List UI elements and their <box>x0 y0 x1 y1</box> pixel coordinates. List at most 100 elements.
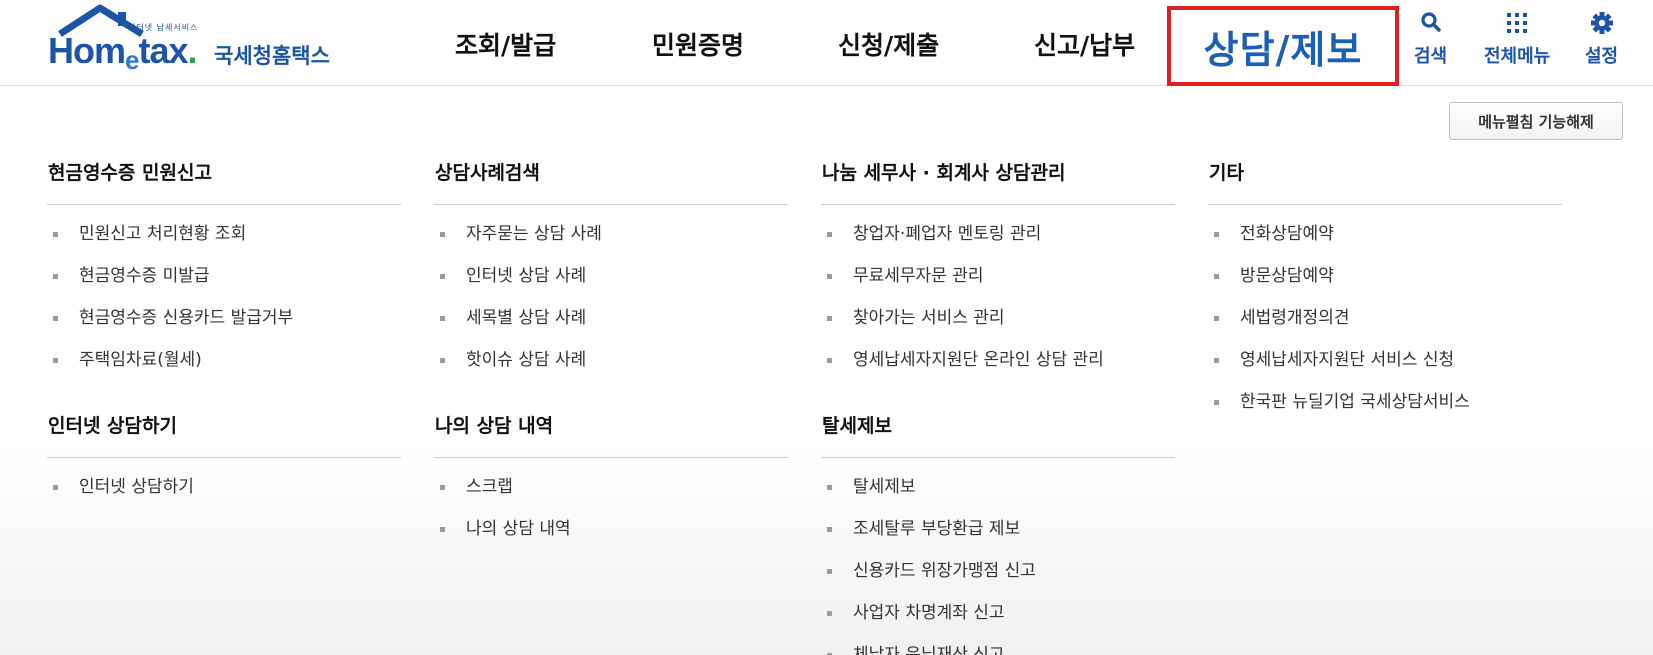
section-item-list: 민원신고 처리현황 조회 현금영수증 미발급 현금영수증 신용카드 발급거부 주… <box>47 205 401 389</box>
list-item[interactable]: 주택임차료(월세) <box>47 347 401 389</box>
list-item[interactable]: 인터넷 상담하기 <box>47 474 401 516</box>
list-item[interactable]: 인터넷 상담 사례 <box>434 263 788 305</box>
list-item-label: 나의 상담 내역 <box>466 519 571 539</box>
all-menu-button[interactable]: 전체메뉴 <box>1484 10 1550 68</box>
settings-button[interactable]: 설정 <box>1585 10 1618 68</box>
list-item-label: 민원신고 처리현황 조회 <box>79 224 247 244</box>
bullet-icon <box>1214 232 1219 237</box>
list-item[interactable]: 영세납세자지원단 온라인 상담 관리 <box>821 347 1175 389</box>
menu-column-3: 나눔 세무사 · 회계사 상담관리 창업자·폐업자 멘토링 관리 무료세무자문 … <box>821 158 1175 389</box>
list-item-label: 영세납세자지원단 온라인 상담 관리 <box>853 350 1104 370</box>
nav-report-pay[interactable]: 신고/납부 <box>1034 26 1135 62</box>
bullet-icon <box>827 232 832 237</box>
list-item-label: 조세탈루 부당환급 제보 <box>853 519 1021 539</box>
list-item[interactable]: 영세납세자지원단 서비스 신청 <box>1208 347 1562 389</box>
bullet-icon <box>1214 400 1219 405</box>
bullet-icon <box>1214 358 1219 363</box>
list-item[interactable]: 사업자 차명계좌 신고 <box>821 600 1175 642</box>
list-item[interactable]: 세법령개정의견 <box>1208 305 1562 347</box>
bullet-icon <box>827 527 832 532</box>
list-item[interactable]: 현금영수증 신용카드 발급거부 <box>47 305 401 347</box>
bullet-icon <box>440 358 445 363</box>
section-title[interactable]: 상담사례검색 <box>434 158 788 205</box>
section-item-list: 스크랩 나의 상담 내역 <box>434 458 788 558</box>
list-item[interactable]: 찾아가는 서비스 관리 <box>821 305 1175 347</box>
nav-inquiry-issue[interactable]: 조회/발급 <box>455 26 556 62</box>
bullet-icon <box>1214 274 1219 279</box>
list-item[interactable]: 현금영수증 미발급 <box>47 263 401 305</box>
list-item-label: 자주묻는 상담 사례 <box>466 224 602 244</box>
list-item-label: 한국판 뉴딜기업 국세상담서비스 <box>1240 392 1470 412</box>
list-item-label: 세법령개정의견 <box>1240 308 1350 328</box>
list-item[interactable]: 방문상담예약 <box>1208 263 1562 305</box>
search-icon <box>1420 12 1441 32</box>
list-item-label: 무료세무자문 관리 <box>853 266 984 286</box>
section-title[interactable]: 인터넷 상담하기 <box>47 411 401 458</box>
list-item-label: 세목별 상담 사례 <box>466 308 587 328</box>
hometax-logo[interactable]: 인터넷 납세서비스 Hometax. 국세청홈택스 <box>46 4 366 75</box>
list-item[interactable]: 조세탈루 부당환급 제보 <box>821 516 1175 558</box>
section-item-list: 전화상담예약 방문상담예약 세법령개정의견 영세납세자지원단 서비스 신청 한국… <box>1208 205 1562 431</box>
bullet-icon <box>53 232 58 237</box>
list-item-label: 전화상담예약 <box>1240 224 1334 244</box>
menu-column-2: 상담사례검색 자주묻는 상담 사례 인터넷 상담 사례 세목별 상담 사례 핫이… <box>434 158 788 389</box>
bullet-icon <box>827 611 832 616</box>
list-item-label: 인터넷 상담 사례 <box>466 266 587 286</box>
logo-korean-name: 국세청홈택스 <box>214 44 330 68</box>
logo-brand: Hometax. <box>48 30 198 75</box>
bullet-icon <box>440 232 445 237</box>
section-title[interactable]: 기타 <box>1208 158 1562 205</box>
list-item-label: 신용카드 위장가맹점 신고 <box>853 561 1036 581</box>
gear-icon <box>1590 12 1613 34</box>
menu-column-4: 기타 전화상담예약 방문상담예약 세법령개정의견 영세납세자지원단 서비스 신청… <box>1208 158 1562 431</box>
section-item-list: 창업자·폐업자 멘토링 관리 무료세무자문 관리 찾아가는 서비스 관리 영세납… <box>821 205 1175 389</box>
list-item[interactable]: 무료세무자문 관리 <box>821 263 1175 305</box>
list-item[interactable]: 한국판 뉴딜기업 국세상담서비스 <box>1208 389 1562 431</box>
list-item-label: 스크랩 <box>466 477 513 497</box>
settings-label: 설정 <box>1585 46 1619 67</box>
list-item[interactable]: 자주묻는 상담 사례 <box>434 221 788 263</box>
bullet-icon <box>827 274 832 279</box>
menu-column-1: 현금영수증 민원신고 민원신고 처리현황 조회 현금영수증 미발급 현금영수증 … <box>47 158 401 389</box>
list-item[interactable]: 창업자·폐업자 멘토링 관리 <box>821 221 1175 263</box>
section-title[interactable]: 나의 상담 내역 <box>434 411 788 458</box>
bullet-icon <box>440 316 445 321</box>
bullet-icon <box>440 485 445 490</box>
menu-column-2-sub: 나의 상담 내역 스크랩 나의 상담 내역 <box>434 411 788 558</box>
all-menu-label: 전체메뉴 <box>1484 46 1551 67</box>
search-button[interactable]: 검색 <box>1414 10 1447 68</box>
list-item-label: 방문상담예약 <box>1240 266 1334 286</box>
bullet-icon <box>827 316 832 321</box>
nav-apply-submit[interactable]: 신청/제출 <box>838 26 939 62</box>
list-item[interactable]: 나의 상담 내역 <box>434 516 788 558</box>
list-item[interactable]: 스크랩 <box>434 474 788 516</box>
section-title[interactable]: 나눔 세무사 · 회계사 상담관리 <box>821 158 1175 205</box>
list-item[interactable]: 탈세제보 <box>821 474 1175 516</box>
nav-civil-certificate[interactable]: 민원증명 <box>652 26 744 62</box>
list-item-label: 현금영수증 미발급 <box>79 266 210 286</box>
list-item-label: 창업자·폐업자 멘토링 관리 <box>853 224 1042 244</box>
section-title[interactable]: 탈세제보 <box>821 411 1175 458</box>
menu-column-1-sub: 인터넷 상담하기 인터넷 상담하기 <box>47 411 401 516</box>
list-item-label: 탈세제보 <box>853 477 916 497</box>
list-item-label: 찾아가는 서비스 관리 <box>853 308 1005 328</box>
nav-consult-report-active[interactable]: 상담/제보 <box>1167 6 1399 86</box>
list-item[interactable]: 핫이슈 상담 사례 <box>434 347 788 389</box>
search-label: 검색 <box>1414 46 1448 67</box>
menu-column-3-sub: 탈세제보 탈세제보 조세탈루 부당환급 제보 신용카드 위장가맹점 신고 사업자… <box>821 411 1175 655</box>
list-item[interactable]: 신용카드 위장가맹점 신고 <box>821 558 1175 600</box>
list-item[interactable]: 세목별 상담 사례 <box>434 305 788 347</box>
bullet-icon <box>827 569 832 574</box>
menu-expand-disable-button[interactable]: 메뉴펼침 기능해제 <box>1449 102 1623 140</box>
list-item[interactable]: 민원신고 처리현황 조회 <box>47 221 401 263</box>
section-item-list: 인터넷 상담하기 <box>47 458 401 516</box>
list-item[interactable]: 전화상담예약 <box>1208 221 1562 263</box>
bullet-icon <box>440 527 445 532</box>
list-item[interactable]: 체납자 은닉재산 신고 <box>821 642 1175 655</box>
section-item-list: 탈세제보 조세탈루 부당환급 제보 신용카드 위장가맹점 신고 사업자 차명계좌… <box>821 458 1175 655</box>
nav-consult-report-label: 상담/제보 <box>1203 27 1363 72</box>
section-title[interactable]: 현금영수증 민원신고 <box>47 158 401 205</box>
section-item-list: 자주묻는 상담 사례 인터넷 상담 사례 세목별 상담 사례 핫이슈 상담 사례 <box>434 205 788 389</box>
bullet-icon <box>827 358 832 363</box>
bullet-icon <box>827 485 832 490</box>
